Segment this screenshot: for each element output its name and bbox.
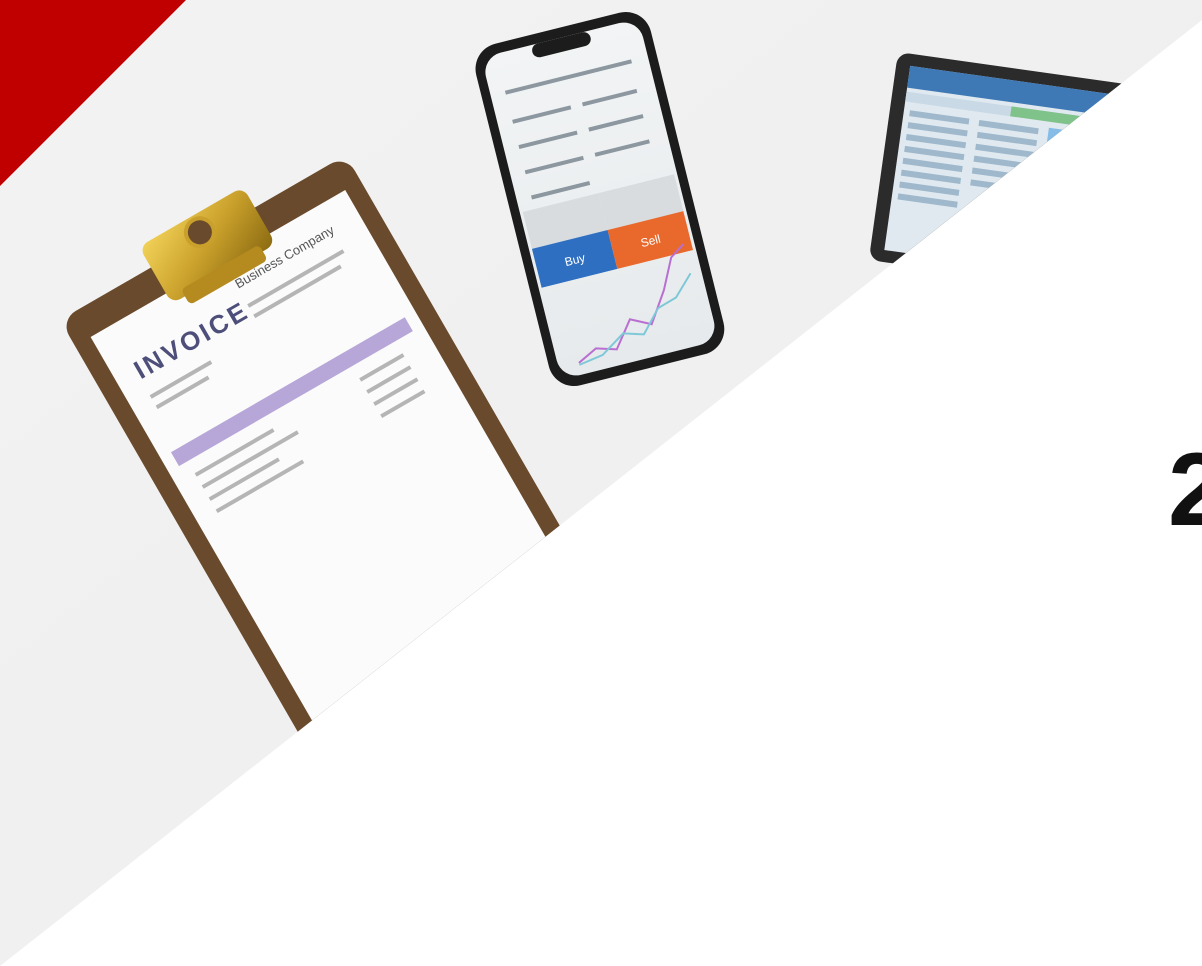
slide: Buy Sell INVOICE Business Company 2 bbox=[0, 0, 1202, 966]
corner-accent bbox=[0, 0, 186, 186]
slide-number: 2 bbox=[1168, 432, 1202, 548]
